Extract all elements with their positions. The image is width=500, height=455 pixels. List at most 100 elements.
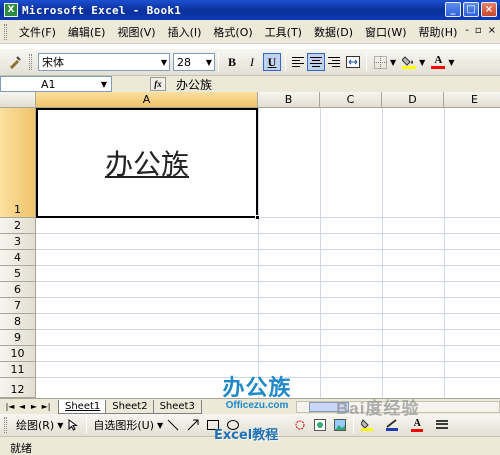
insert-function-button[interactable]: fx [150,77,166,91]
menu-format[interactable]: 格式(O) [207,24,258,40]
bold-button[interactable]: B [223,53,241,71]
align-center-icon[interactable] [307,53,325,71]
column-header-e[interactable]: E [444,92,500,108]
font-name-value: 宋体 [42,56,64,69]
tab-sheet2[interactable]: Sheet2 [105,399,155,414]
tab-sheet3[interactable]: Sheet3 [152,399,202,414]
gridline [36,329,500,330]
name-box[interactable]: A1 ▼ [0,76,112,92]
toolbar-separator [218,53,219,71]
menu-insert[interactable]: 插入(I) [162,24,208,40]
row-header-1[interactable]: 1 [0,108,36,218]
chevron-down-icon[interactable]: ▼ [157,421,163,430]
last-sheet-button[interactable]: ►| [40,400,52,414]
first-sheet-button[interactable]: |◄ [4,400,16,414]
row-header-3[interactable]: 3 [0,234,36,250]
drawbar-grip-handle[interactable] [4,417,7,433]
font-name-select[interactable]: 宋体 ▼ [38,53,170,71]
autoshapes-button[interactable]: 自选图形(U) [90,417,157,433]
menu-tools[interactable]: 工具(T) [259,24,308,40]
clipart-icon[interactable] [311,416,329,434]
row-header-6[interactable]: 6 [0,282,36,298]
gridline [320,108,321,398]
row-header-10[interactable]: 10 [0,346,36,362]
column-header-a[interactable]: A [36,92,258,108]
formula-input[interactable]: 办公族 [176,76,212,93]
worksheet-grid[interactable]: A B C D E 1 2 3 4 5 6 7 8 9 10 11 12 办公族 [0,92,500,398]
chevron-down-icon[interactable]: ▼ [390,58,396,67]
chevron-down-icon: ▼ [205,57,212,67]
minimize-button[interactable]: _ [445,2,461,17]
fill-color-swatch [402,66,417,69]
line-tool-icon[interactable] [164,416,182,434]
diagram-icon[interactable] [291,416,309,434]
font-color-swatch [431,66,446,69]
gridline [36,345,500,346]
baidu-jingyan-watermark: Bai度经验 [336,399,420,418]
draw-fill-swatch [361,428,374,431]
borders-icon[interactable] [371,53,389,71]
chevron-down-icon[interactable]: ▼ [419,58,425,67]
menu-view[interactable]: 视图(V) [111,24,161,40]
row-header-12[interactable]: 12 [0,378,36,398]
maximize-button[interactable]: □ [463,2,479,17]
workbook-restore-button[interactable]: ▫ [475,25,482,36]
next-sheet-button[interactable]: ► [28,400,40,414]
line-style-icon[interactable] [433,416,451,434]
toolbar-grip-handle[interactable] [29,54,32,70]
workbook-minimize-button[interactable]: - [465,25,469,36]
chevron-down-icon[interactable]: ▼ [57,421,63,430]
menu-bar: 文件(F) 编辑(E) 视图(V) 插入(I) 格式(O) 工具(T) 数据(D… [0,20,500,44]
arrow-tool-icon[interactable] [184,416,202,434]
font-color-icon[interactable]: A [429,53,447,71]
window-controls: _ □ × [445,2,497,17]
workbook-close-button[interactable]: × [488,25,496,36]
menu-grip-handle[interactable] [4,23,7,40]
font-size-select[interactable]: 28 ▼ [173,53,215,71]
select-pointer-icon[interactable] [64,416,82,434]
gridline [36,281,500,282]
toolbar-separator [285,53,286,71]
gridline [36,233,500,234]
underline-button[interactable]: U [263,53,281,71]
gridline [444,108,445,398]
row-header-2[interactable]: 2 [0,218,36,234]
fill-handle[interactable] [255,215,260,220]
row-header-9[interactable]: 9 [0,330,36,346]
menu-edit[interactable]: 编辑(E) [62,24,112,40]
row-header-5[interactable]: 5 [0,266,36,282]
select-all-corner[interactable] [0,92,36,108]
cell-a1[interactable]: 办公族 [36,108,260,220]
gridline [36,313,500,314]
row-header-11[interactable]: 11 [0,362,36,378]
menu-file[interactable]: 文件(F) [13,24,62,40]
column-header-c[interactable]: C [320,92,382,108]
excel-app-icon[interactable]: X [4,3,18,17]
chevron-down-icon[interactable]: ▼ [101,80,107,89]
row-header-4[interactable]: 4 [0,250,36,266]
line-color-swatch [386,428,399,431]
italic-button[interactable]: I [243,53,261,71]
merge-center-icon[interactable] [344,53,362,71]
column-header-d[interactable]: D [382,92,444,108]
toolbar-separator [366,53,367,71]
column-header-b[interactable]: B [258,92,320,108]
row-header-8[interactable]: 8 [0,314,36,330]
close-button[interactable]: × [481,2,497,17]
tab-sheet1[interactable]: Sheet1 [58,399,108,414]
gridline [36,361,500,362]
menu-data[interactable]: 数据(D) [308,24,359,40]
menu-help[interactable]: 帮助(H) [413,24,464,40]
chevron-down-icon[interactable]: ▼ [448,58,454,67]
toolbar-separator [86,416,88,434]
watermark-sub-text: Officezu.com [225,400,289,411]
fill-color-icon[interactable] [400,53,418,71]
prev-sheet-button[interactable]: ◄ [16,400,28,414]
align-left-icon[interactable] [289,53,307,71]
menu-window[interactable]: 窗口(W) [359,24,412,40]
align-right-icon[interactable] [325,53,343,71]
draw-menu-button[interactable]: 绘图(R) [13,417,57,433]
toolbar-options-icon[interactable] [6,53,24,71]
row-header-7[interactable]: 7 [0,298,36,314]
font-size-value: 28 [177,55,191,69]
